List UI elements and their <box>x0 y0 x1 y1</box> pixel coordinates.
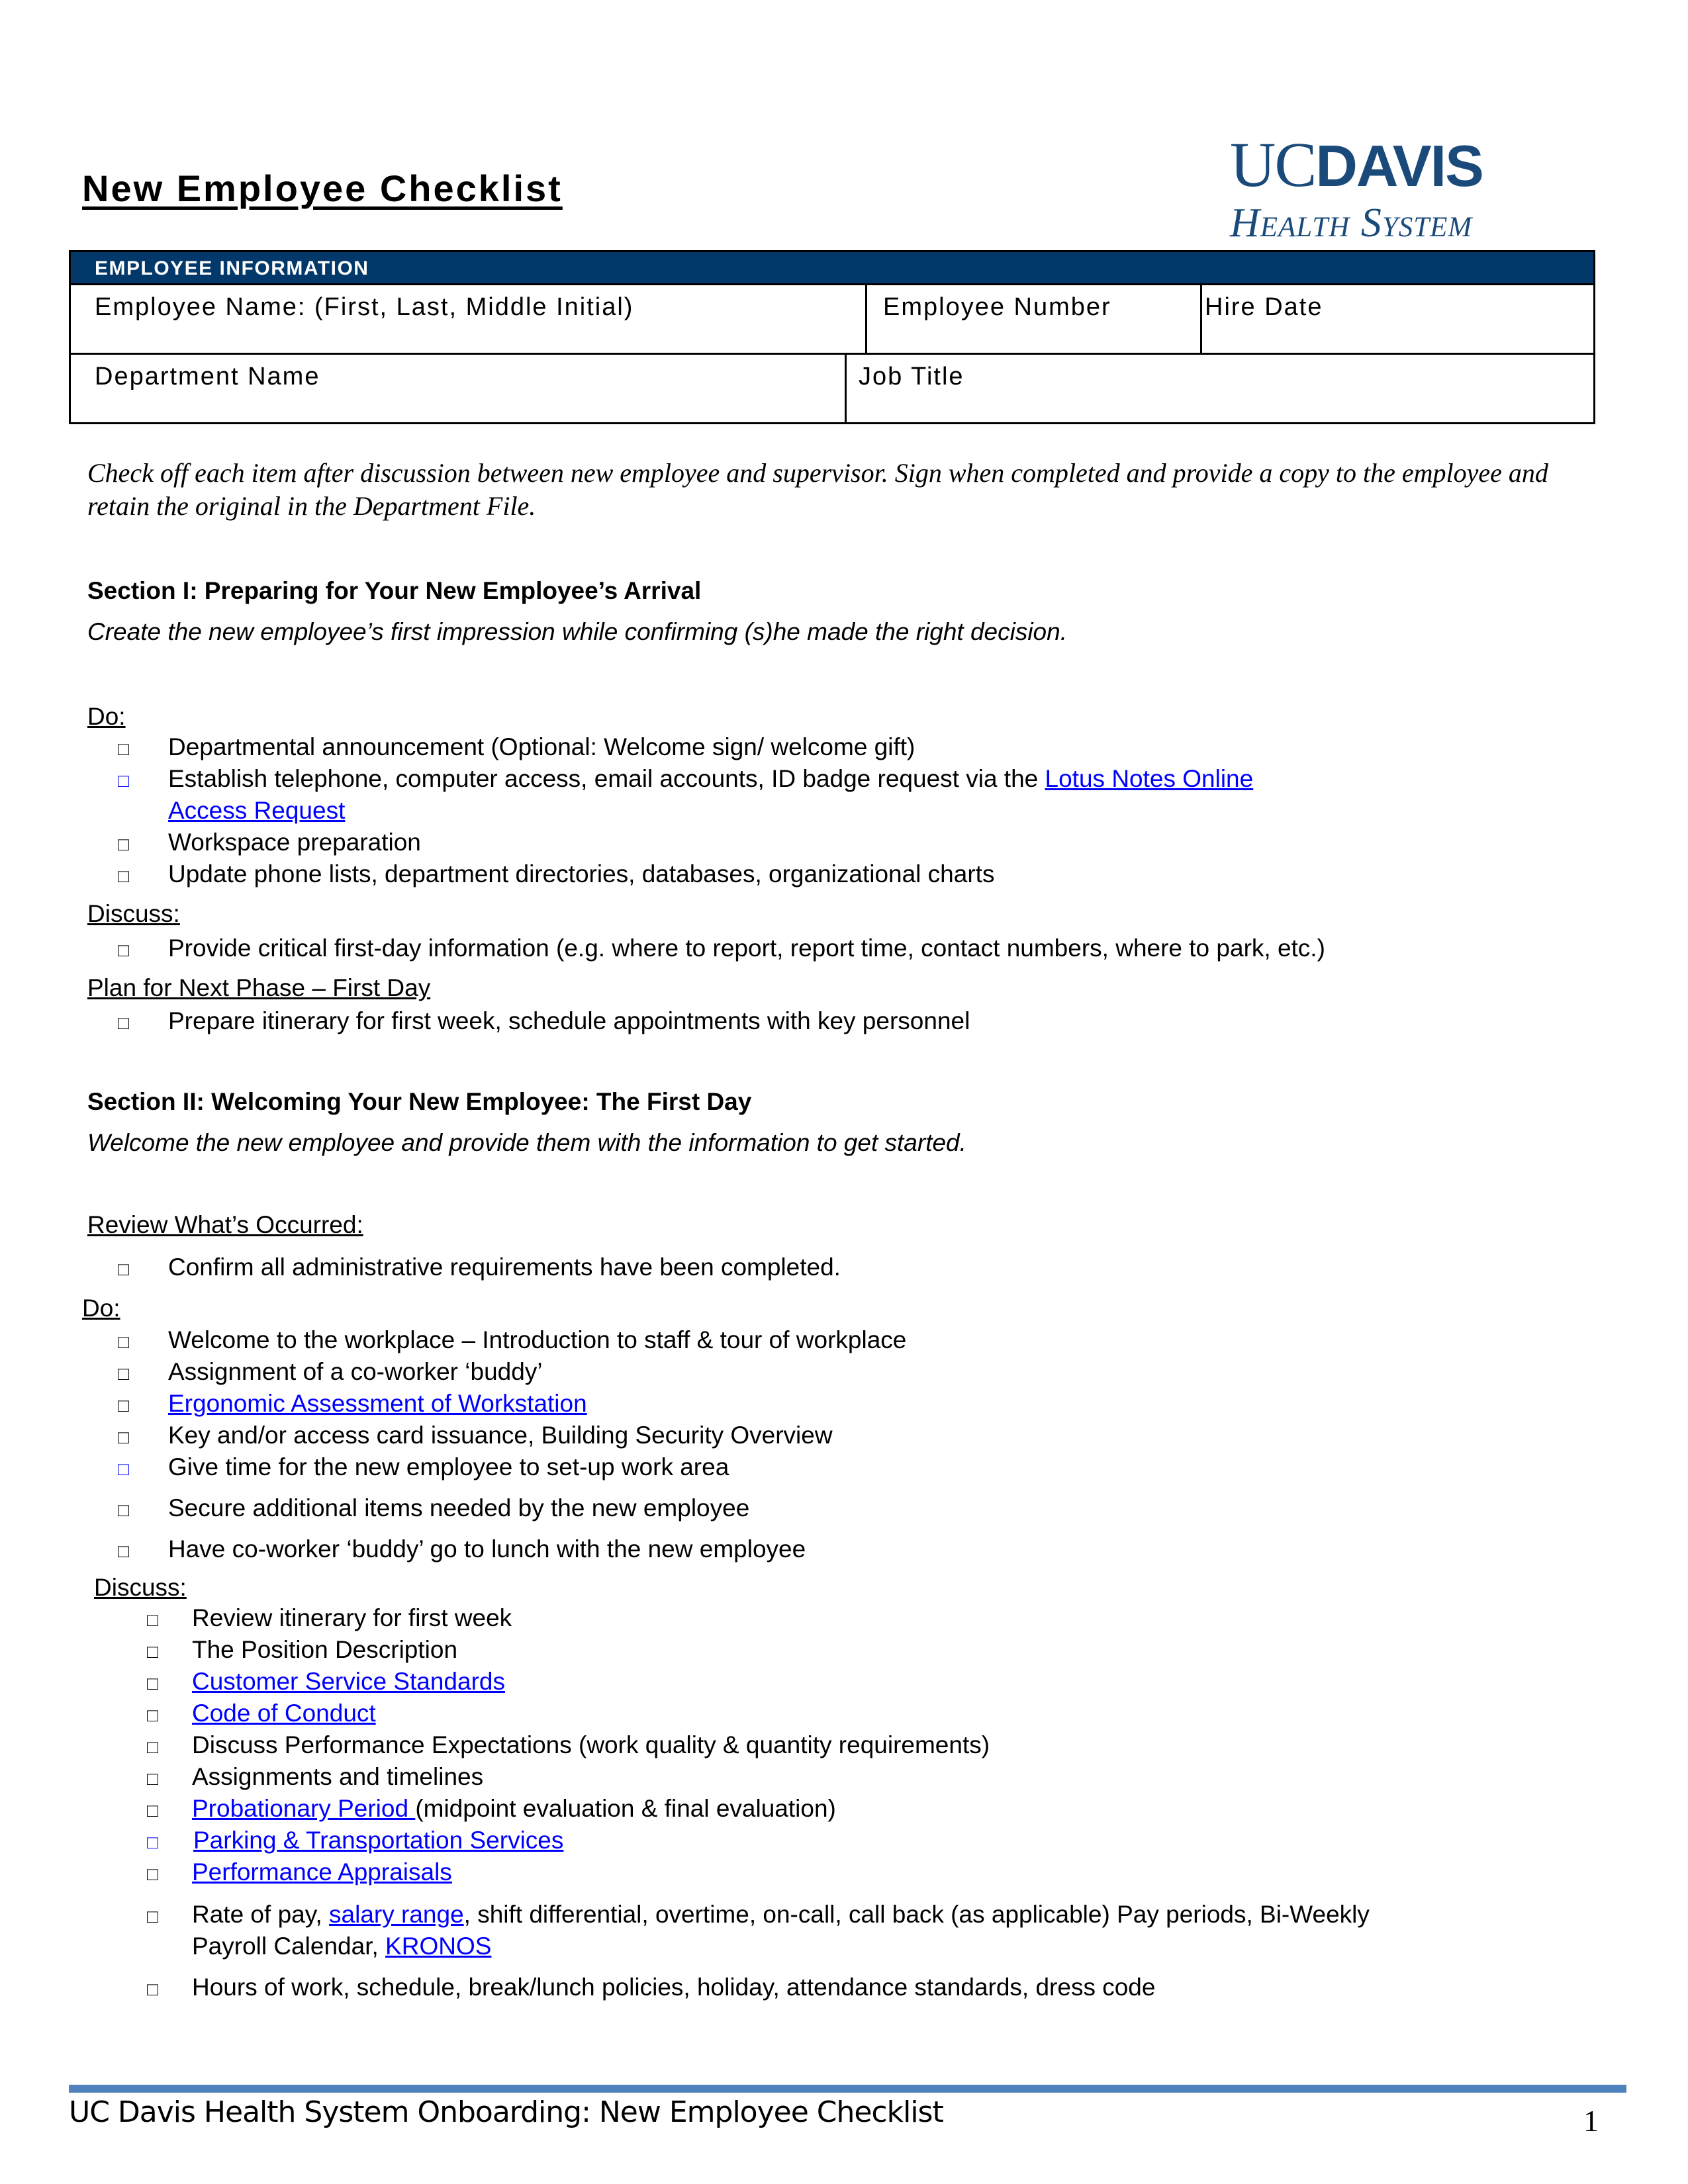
checkbox-icon[interactable]: □ <box>118 770 129 792</box>
s2-do-item-5: Give time for the new employee to set-up… <box>168 1453 729 1480</box>
hire-date-field[interactable]: Hire Date <box>1202 285 1593 353</box>
checkbox-icon[interactable]: □ <box>118 1332 129 1353</box>
s2-do-item-3: Ergonomic Assessment of Workstation <box>168 1390 587 1418</box>
parking-transportation-link[interactable]: Parking & Transportation Services <box>193 1827 563 1854</box>
s1-do-item-2-text: Establish telephone, computer access, em… <box>168 765 1045 792</box>
employee-information-header: EMPLOYEE INFORMATION <box>71 252 1593 285</box>
checkbox-icon[interactable]: □ <box>118 1013 129 1034</box>
s2-discuss-item-1: Review itinerary for first week <box>192 1604 512 1631</box>
section1-do-label: Do: <box>87 703 126 730</box>
s2-discuss-item-9: Performance Appraisals <box>192 1858 452 1886</box>
checkbox-icon[interactable]: □ <box>147 1800 158 1821</box>
salary-range-link[interactable]: salary range <box>329 1901 464 1928</box>
section2-do-label: Do: <box>82 1295 120 1322</box>
checkbox-icon[interactable]: □ <box>118 1500 129 1521</box>
ergonomic-assessment-link[interactable]: Ergonomic Assessment of Workstation <box>168 1390 587 1417</box>
s1-plan-item-1: Prepare itinerary for first week, schedu… <box>168 1007 970 1034</box>
customer-service-standards-link[interactable]: Customer Service Standards <box>192 1668 505 1695</box>
s2-discuss-item-8: Parking & Transportation Services <box>193 1827 563 1854</box>
logo-health-system: Health System <box>1230 201 1473 246</box>
s2-do-item-7: Have co-worker ‘buddy’ go to lunch with … <box>168 1535 806 1563</box>
logo-davis: DAVIS <box>1315 133 1483 199</box>
section2-subheading: Welcome the new employee and provide the… <box>87 1129 966 1156</box>
checkbox-icon[interactable]: □ <box>147 1705 158 1726</box>
uc-davis-health-system-logo: UCDAVIS Health System <box>1230 132 1594 246</box>
section1-subheading: Create the new employee’s first impressi… <box>87 618 1067 645</box>
footer-text: UC Davis Health System Onboarding: New E… <box>69 2095 944 2129</box>
checkbox-icon[interactable]: □ <box>147 1641 158 1662</box>
section2-heading: Section II: Welcoming Your New Employee:… <box>87 1088 752 1115</box>
s2-discuss-item-2: The Position Description <box>192 1636 458 1663</box>
department-name-field[interactable]: Department Name <box>71 355 847 422</box>
checkbox-icon[interactable]: □ <box>147 1979 158 2000</box>
job-title-field[interactable]: Job Title <box>847 355 1593 422</box>
s1-do-item-2-cont: Access Request <box>168 797 345 825</box>
s2-discuss-item-5: Discuss Performance Expectations (work q… <box>192 1731 990 1758</box>
s2-hours-item: Hours of work, schedule, break/lunch pol… <box>192 1974 1156 2001</box>
s2-pay-item: Rate of pay, salary range, shift differe… <box>192 1901 1370 1929</box>
s2-discuss-item-7: Probationary Period (midpoint evaluation… <box>192 1795 836 1823</box>
instructions-text: Check off each item after discussion bet… <box>87 458 1548 521</box>
checkbox-icon[interactable]: □ <box>118 866 129 887</box>
s2-review-item-1: Confirm all administrative requirements … <box>168 1253 841 1281</box>
page-number: 1 <box>1583 2104 1599 2138</box>
section2-review-label: Review What’s Occurred: <box>87 1211 363 1238</box>
checkbox-icon[interactable]: □ <box>118 940 129 961</box>
checkbox-icon[interactable]: □ <box>118 834 129 855</box>
s2-do-item-4: Key and/or access card issuance, Buildin… <box>168 1422 833 1449</box>
checkbox-icon[interactable]: □ <box>118 1395 129 1416</box>
probationary-period-link[interactable]: Probationary Period <box>192 1795 415 1822</box>
pay-middle: , shift differential, overtime, on-call,… <box>463 1901 1370 1928</box>
s2-do-item-6: Secure additional items needed by the ne… <box>168 1494 750 1522</box>
lotus-notes-link[interactable]: Lotus Notes Online <box>1045 765 1254 792</box>
checkbox-icon[interactable]: □ <box>147 1737 158 1758</box>
s2-discuss-item-4: Code of Conduct <box>192 1700 376 1727</box>
info-row-2: Department Name Job Title <box>71 355 1593 422</box>
info-row-1: Employee Name: (First, Last, Middle Init… <box>71 285 1593 355</box>
checkbox-icon[interactable]: □ <box>147 1673 158 1694</box>
probationary-suffix: (midpoint evaluation & final evaluation) <box>415 1795 836 1822</box>
section2-discuss-label: Discuss: <box>94 1574 187 1601</box>
code-of-conduct-link[interactable]: Code of Conduct <box>192 1700 376 1727</box>
checkbox-icon[interactable]: □ <box>118 739 129 760</box>
checkbox-icon[interactable]: □ <box>118 1541 129 1562</box>
s2-pay-item-cont: Payroll Calendar, KRONOS <box>192 1933 491 1960</box>
performance-appraisals-link[interactable]: Performance Appraisals <box>192 1858 452 1886</box>
pay-line2-prefix: Payroll Calendar, <box>192 1933 386 1960</box>
section1-plan-label: Plan for Next Phase – First Day <box>87 974 431 1001</box>
s1-do-item-4: Update phone lists, department directori… <box>168 860 995 887</box>
checkbox-icon[interactable]: □ <box>118 1427 129 1448</box>
checkbox-icon[interactable]: □ <box>118 1259 129 1280</box>
checkbox-icon[interactable]: □ <box>147 1610 158 1631</box>
checkbox-icon[interactable]: □ <box>147 1768 158 1790</box>
checkbox-icon[interactable]: □ <box>147 1832 158 1853</box>
s1-discuss-item-1: Provide critical first-day information (… <box>168 934 1325 962</box>
s2-do-item-2: Assignment of a co-worker ‘buddy’ <box>168 1358 543 1385</box>
kronos-link[interactable]: KRONOS <box>385 1933 491 1960</box>
section1-discuss-label: Discuss: <box>87 900 180 927</box>
checkbox-icon[interactable]: □ <box>147 1906 158 1927</box>
document-title: New Employee Checklist <box>82 167 563 209</box>
s2-discuss-item-3: Customer Service Standards <box>192 1668 505 1696</box>
logo-uc: UC <box>1230 129 1317 200</box>
checkbox-icon[interactable]: □ <box>118 1363 129 1385</box>
pay-prefix: Rate of pay, <box>192 1901 330 1928</box>
checkbox-icon[interactable]: □ <box>147 1864 158 1885</box>
checkbox-icon[interactable]: □ <box>118 1459 129 1480</box>
employee-number-field[interactable]: Employee Number <box>867 285 1202 353</box>
employee-information-table: EMPLOYEE INFORMATION Employee Name: (Fir… <box>69 250 1595 424</box>
s1-do-item-1: Departmental announcement (Optional: Wel… <box>168 733 915 760</box>
section1-heading: Section I: Preparing for Your New Employ… <box>87 577 702 604</box>
s1-do-item-2: Establish telephone, computer access, em… <box>168 765 1253 793</box>
access-request-link[interactable]: Access Request <box>168 797 345 824</box>
footer-divider <box>69 2085 1626 2093</box>
s2-discuss-item-6: Assignments and timelines <box>192 1763 484 1790</box>
s1-do-item-3: Workspace preparation <box>168 829 421 856</box>
employee-name-field[interactable]: Employee Name: (First, Last, Middle Init… <box>71 285 867 353</box>
s2-do-item-1: Welcome to the workplace – Introduction … <box>168 1326 907 1353</box>
